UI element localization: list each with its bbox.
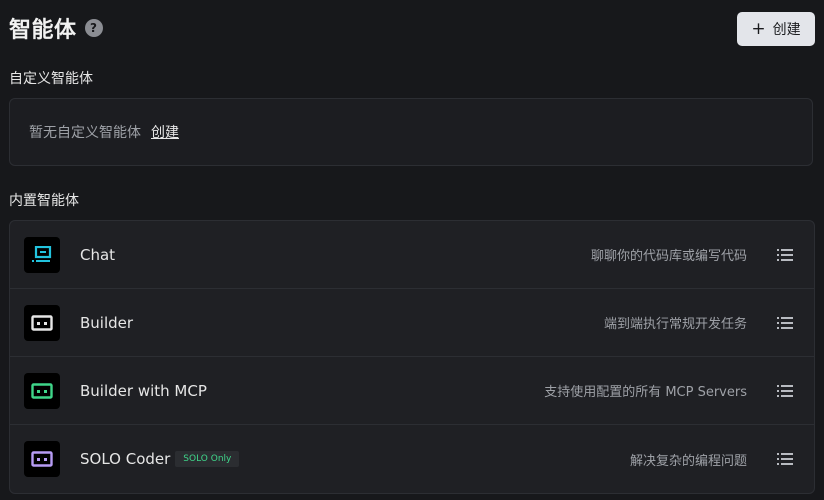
list-icon[interactable] <box>777 248 793 262</box>
agent-row-chat[interactable]: Chat 聊聊你的代码库或编写代码 <box>10 221 814 289</box>
page-header: 智能体 ? <box>9 12 103 44</box>
empty-state-text: 暂无自定义智能体 <box>29 125 141 141</box>
agents-page: 智能体 ? + 创建 自定义智能体 暂无自定义智能体 创建 内置智能体 Chat… <box>0 0 824 500</box>
list-icon[interactable] <box>777 452 793 466</box>
custom-agents-empty-state: 暂无自定义智能体 创建 <box>9 98 813 166</box>
agent-row-solo-coder[interactable]: SOLO Coder SOLO Only 解决复杂的编程问题 <box>10 425 814 493</box>
agent-description: 支持使用配置的所有 MCP Servers <box>544 385 747 400</box>
solo-only-badge: SOLO Only <box>175 451 240 467</box>
create-button-label: 创建 <box>772 22 801 38</box>
agent-name-with-badge: SOLO Coder SOLO Only <box>80 450 240 468</box>
builtin-agents-section-title: 内置智能体 <box>9 193 79 209</box>
list-icon[interactable] <box>777 316 793 330</box>
page-title: 智能体 <box>9 18 77 43</box>
create-custom-agent-link[interactable]: 创建 <box>151 122 179 142</box>
plus-icon: + <box>751 18 766 39</box>
agent-name: Chat <box>80 245 116 264</box>
agent-description: 解决复杂的编程问题 <box>629 453 747 469</box>
agent-name: Builder <box>80 313 134 332</box>
builtin-agents-list: Chat 聊聊你的代码库或编写代码 Builder 端到端执行常规开发任务 Bu… <box>9 220 815 494</box>
agent-row-builder[interactable]: Builder 端到端执行常规开发任务 <box>10 289 814 357</box>
agent-description: 端到端执行常规开发任务 <box>603 317 747 332</box>
agent-name: SOLO Coder <box>80 450 171 468</box>
solo-coder-agent-icon <box>24 441 60 477</box>
create-agent-button[interactable]: + 创建 <box>737 12 815 46</box>
agent-row-builder-with-mcp[interactable]: Builder with MCP 支持使用配置的所有 MCP Servers <box>10 357 814 425</box>
builder-agent-icon <box>24 304 60 341</box>
builder-mcp-agent-icon <box>24 372 60 409</box>
custom-agents-section-title: 自定义智能体 <box>9 71 93 87</box>
help-icon[interactable]: ? <box>84 19 103 37</box>
agent-name: Builder with MCP <box>80 381 207 400</box>
chat-agent-icon <box>24 236 60 273</box>
list-icon[interactable] <box>777 384 793 398</box>
agent-description: 聊聊你的代码库或编写代码 <box>590 249 747 264</box>
